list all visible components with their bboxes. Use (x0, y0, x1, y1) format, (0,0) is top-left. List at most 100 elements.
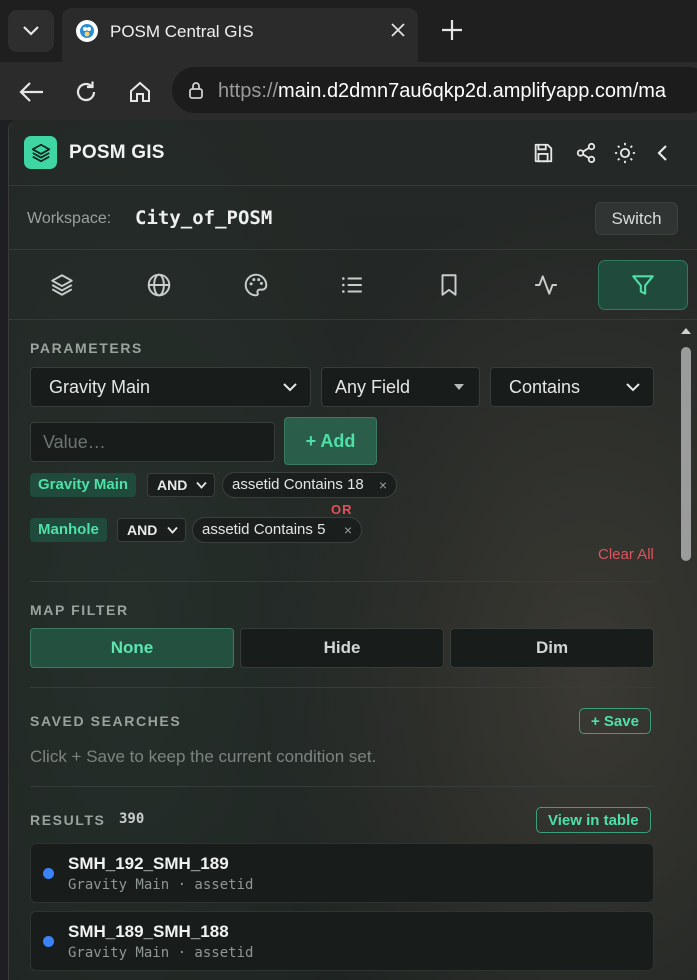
logic-select-value: AND (157, 477, 188, 493)
tab-search-button[interactable] (8, 10, 54, 52)
close-tab-button[interactable] (386, 18, 410, 42)
results-heading: RESULTS (30, 812, 106, 828)
logic-select[interactable]: AND (117, 518, 186, 542)
divider (30, 687, 654, 688)
or-separator: OR (331, 502, 353, 517)
clear-all-link[interactable]: Clear All (598, 546, 654, 563)
logic-select[interactable]: AND (147, 473, 215, 497)
app-header: POSM GIS (9, 120, 697, 186)
saved-searches-hint: Click + Save to keep the current conditi… (30, 747, 377, 766)
home-icon (130, 81, 150, 102)
reload-icon (76, 81, 96, 102)
globe-icon (147, 273, 171, 297)
feature-dot-icon (43, 868, 54, 879)
chevron-left-icon (657, 145, 667, 161)
address-bar[interactable]: https://main.d2dmn7au6qkp2d.amplifyapp.c… (172, 67, 697, 113)
caret-down-icon (454, 384, 464, 390)
back-arrow-icon (19, 82, 43, 102)
add-condition-button[interactable]: + Add (284, 417, 377, 465)
theme-toggle-button[interactable] (612, 140, 638, 166)
save-button[interactable] (530, 140, 556, 166)
condition-text: assetid Contains 18 (232, 476, 364, 493)
remove-condition-button[interactable]: × (379, 473, 387, 497)
tool-tabs (9, 250, 697, 320)
save-icon (534, 143, 553, 163)
url-host: main.d2dmn7au6qkp2d.amplifyapp.com/ma (278, 80, 667, 102)
result-item[interactable]: SMH_189_SMH_188 Gravity Main · assetid (30, 911, 654, 971)
collapse-panel-button[interactable] (650, 140, 676, 166)
home-button[interactable] (122, 74, 158, 110)
layer-select-value: Gravity Main (49, 377, 151, 397)
workspace-name: City_of_POSM (135, 207, 273, 229)
map-filter-hide[interactable]: Hide (240, 628, 444, 668)
scrollbar[interactable] (679, 325, 693, 980)
remove-condition-button[interactable]: × (344, 518, 352, 542)
bookmark-icon (441, 274, 457, 296)
divider (30, 581, 654, 582)
value-input[interactable] (30, 422, 275, 462)
browser-toolbar: https://main.d2dmn7au6qkp2d.amplifyapp.c… (0, 62, 697, 120)
results-count: 390 (119, 811, 145, 827)
browser-tab[interactable]: POSM Central GIS (62, 8, 418, 62)
url-text: https://main.d2dmn7au6qkp2d.amplifyapp.c… (218, 80, 666, 103)
workspace-label: Workspace: (27, 210, 112, 227)
tab-activity[interactable] (510, 260, 582, 310)
map-filter-heading: MAP FILTER (30, 602, 129, 618)
url-scheme: https:// (218, 80, 279, 102)
chevron-down-icon (23, 26, 39, 36)
chevron-down-icon (167, 526, 178, 534)
tab-title: POSM Central GIS (110, 22, 254, 41)
feature-dot-icon (43, 936, 54, 947)
app-title: POSM GIS (69, 142, 165, 163)
workspace-bar: Workspace: City_of_POSM Switch (9, 186, 697, 250)
palette-icon (244, 273, 268, 297)
result-item[interactable]: SMH_192_SMH_189 Gravity Main · assetid (30, 843, 654, 903)
layers-logo-icon (24, 136, 57, 169)
sun-icon (614, 142, 636, 164)
filter-content: PARAMETERS Gravity Main Any Field Contai… (9, 320, 679, 980)
close-icon (391, 23, 405, 37)
layers-icon (51, 274, 73, 296)
favicon-icon (76, 20, 98, 42)
tab-layers[interactable] (26, 260, 98, 310)
new-tab-button[interactable] (436, 14, 468, 46)
result-subtitle: Gravity Main · assetid (68, 945, 254, 961)
save-search-button[interactable]: + Save (579, 708, 651, 734)
result-subtitle: Gravity Main · assetid (68, 877, 254, 893)
condition-layer-chip: Gravity Main (30, 473, 137, 497)
plus-icon (442, 20, 462, 40)
scrollbar-thumb[interactable] (681, 347, 691, 561)
result-name: SMH_189_SMH_188 (68, 922, 229, 941)
list-icon (342, 277, 362, 293)
condition-chip: assetid Contains 18 × (222, 472, 397, 498)
field-select-value: Any Field (335, 377, 411, 397)
switch-workspace-button[interactable]: Switch (595, 202, 678, 235)
tab-basemap[interactable] (123, 260, 195, 310)
tab-bookmarks[interactable] (413, 260, 485, 310)
scroll-up-arrow-icon[interactable] (679, 325, 693, 337)
condition-layer-chip: Manhole (30, 518, 107, 542)
tab-list[interactable] (316, 260, 388, 310)
condition-text: assetid Contains 5 (202, 521, 326, 538)
saved-searches-heading: SAVED SEARCHES (30, 713, 182, 729)
view-in-table-button[interactable]: View in table (536, 807, 651, 833)
tab-filter[interactable] (598, 260, 688, 310)
operator-select-value: Contains (509, 377, 581, 397)
result-name: SMH_192_SMH_189 (68, 854, 229, 873)
chevron-down-icon (626, 383, 640, 392)
filter-icon (632, 275, 654, 295)
activity-icon (535, 275, 557, 295)
operator-select[interactable]: Contains (490, 367, 654, 407)
reload-button[interactable] (68, 74, 104, 110)
map-filter-none[interactable]: None (30, 628, 234, 668)
field-select[interactable]: Any Field (321, 367, 480, 407)
lock-icon (189, 82, 203, 99)
tab-styles[interactable] (220, 260, 292, 310)
share-button[interactable] (573, 140, 599, 166)
map-filter-dim[interactable]: Dim (450, 628, 654, 668)
back-button[interactable] (14, 74, 50, 110)
logic-select-value: AND (127, 522, 158, 538)
parameters-heading: PARAMETERS (30, 340, 143, 356)
divider (30, 786, 654, 787)
layer-select[interactable]: Gravity Main (30, 367, 311, 407)
